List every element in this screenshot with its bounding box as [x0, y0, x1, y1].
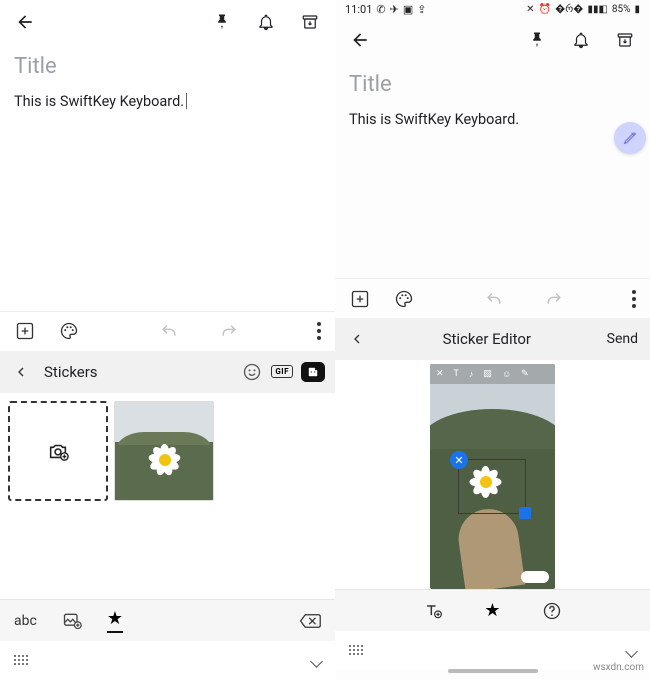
undo-icon[interactable]	[483, 288, 505, 310]
note-toolbar	[335, 278, 650, 318]
app-header	[335, 18, 650, 62]
canvas-toolbar[interactable]: ✕ T ♪ ▧ ☺ ✎	[430, 364, 555, 384]
image-plus-icon[interactable]	[61, 610, 83, 632]
keyboard-mode-bar: abc ★	[0, 599, 335, 641]
keyboard-mode-bar: ★	[335, 589, 650, 631]
nav-home-pill[interactable]	[448, 669, 538, 673]
tool-close-icon[interactable]: ✕	[436, 369, 444, 379]
sticker-editor-bar: Sticker Editor Send	[335, 318, 650, 360]
tool-sticker-icon[interactable]: ☺	[502, 369, 511, 380]
pin-icon[interactable]	[211, 11, 233, 33]
note-toolbar	[0, 311, 335, 351]
redo-icon[interactable]	[218, 320, 240, 342]
gif-icon[interactable]: GIF	[271, 365, 293, 378]
help-icon[interactable]	[541, 600, 563, 622]
crop-resize-handle[interactable]	[519, 507, 531, 519]
archive-icon[interactable]	[299, 11, 321, 33]
tool-draw-icon[interactable]: ✎	[521, 369, 529, 379]
crop-selection[interactable]: ✕	[458, 459, 526, 514]
body-input[interactable]: This is SwiftKey Keyboard.	[349, 111, 636, 128]
palette-icon[interactable]	[393, 288, 415, 310]
reminder-icon[interactable]	[255, 11, 277, 33]
body-text: This is SwiftKey Keyboard.	[349, 111, 519, 128]
keyboard-category-bar: Stickers GIF	[0, 351, 335, 393]
stickers-panel	[0, 393, 335, 600]
back-icon[interactable]	[14, 11, 36, 33]
chevron-down-icon[interactable]	[627, 641, 636, 660]
overflow-menu-icon[interactable]	[632, 290, 636, 308]
vibrate-icon: ✕	[526, 4, 534, 15]
sticker-tab-icon[interactable]	[301, 362, 325, 382]
abc-button[interactable]: abc	[14, 613, 37, 629]
tool-music-icon[interactable]: ♪	[469, 369, 474, 380]
alarm-icon: ⏰	[539, 4, 551, 15]
star-button[interactable]: ★	[107, 608, 123, 633]
text-add-icon[interactable]	[422, 600, 444, 622]
signal-icon: ▮▮◧	[587, 4, 607, 15]
chevron-left-icon[interactable]	[347, 328, 367, 350]
magic-compose-fab[interactable]	[614, 122, 646, 154]
body-input[interactable]: This is SwiftKey Keyboard.	[14, 93, 321, 110]
back-icon[interactable]	[349, 29, 371, 51]
sticker-editor-canvas-wrap: ✕ T ♪ ▧ ☺ ✎ ✕	[335, 360, 650, 589]
wifi-icon: �რ�	[555, 4, 583, 15]
undo-icon[interactable]	[158, 320, 180, 342]
sticker-thumbnail[interactable]	[114, 401, 214, 501]
app-header	[0, 0, 335, 44]
camera-plus-icon	[47, 440, 69, 462]
telegram-icon: ✈	[390, 3, 399, 16]
spacer	[335, 138, 650, 278]
star-button[interactable]: ★	[484, 600, 500, 621]
daisy-image	[149, 444, 181, 476]
chevron-down-icon[interactable]	[312, 651, 321, 670]
crop-delete-icon[interactable]: ✕	[450, 451, 468, 469]
redo-icon[interactable]	[543, 288, 565, 310]
note-editor[interactable]: Title This is SwiftKey Keyboard.	[0, 44, 335, 120]
pin-icon[interactable]	[526, 29, 548, 51]
tool-collection-icon[interactable]: ▧	[483, 369, 492, 379]
send-button[interactable]: Send	[607, 331, 638, 347]
pane-left: Title This is SwiftKey Keyboard.	[0, 0, 335, 679]
palette-icon[interactable]	[58, 320, 80, 342]
message-icon: ▣	[403, 3, 413, 16]
reminder-icon[interactable]	[570, 29, 592, 51]
battery-icon: ▮	[634, 4, 640, 15]
backspace-icon[interactable]	[299, 610, 321, 632]
note-editor[interactable]: Title This is SwiftKey Keyboard.	[335, 62, 650, 138]
body-text: This is SwiftKey Keyboard.	[14, 93, 184, 110]
status-bar: 11:01 ✆ ✈ ▣ ⇪ ✕ ⏰ �რ� ▮▮◧ 85% ▮	[335, 0, 650, 18]
spacer	[0, 120, 335, 311]
archive-icon[interactable]	[614, 29, 636, 51]
whatsapp-icon: ✆	[376, 3, 385, 16]
tool-text-icon[interactable]: T	[454, 369, 459, 379]
text-cursor	[186, 93, 187, 109]
title-input[interactable]: Title	[14, 54, 321, 79]
editor-title: Sticker Editor	[367, 330, 607, 348]
keyboard-layout-icon[interactable]	[14, 655, 28, 665]
battery-text: 85%	[612, 4, 631, 15]
status-time: 11:01	[345, 3, 372, 16]
upload-icon: ⇪	[417, 3, 426, 16]
title-input[interactable]: Title	[349, 72, 636, 97]
emoji-icon[interactable]	[241, 361, 263, 383]
create-sticker-slot[interactable]	[8, 401, 108, 501]
add-icon[interactable]	[14, 320, 36, 342]
overflow-menu-icon[interactable]	[317, 322, 321, 340]
sticker-editor-canvas[interactable]: ✕ T ♪ ▧ ☺ ✎ ✕	[430, 364, 555, 589]
keyboard-layout-icon[interactable]	[349, 645, 363, 655]
keyboard-collapse-bar	[0, 641, 335, 679]
watermark: wsxdn.com	[593, 662, 644, 673]
canvas-chip[interactable]	[521, 571, 549, 583]
chevron-left-icon[interactable]	[10, 361, 32, 383]
category-label: Stickers	[44, 363, 98, 381]
add-icon[interactable]	[349, 288, 371, 310]
pane-right: 11:01 ✆ ✈ ▣ ⇪ ✕ ⏰ �რ� ▮▮◧ 85% ▮	[335, 0, 650, 679]
